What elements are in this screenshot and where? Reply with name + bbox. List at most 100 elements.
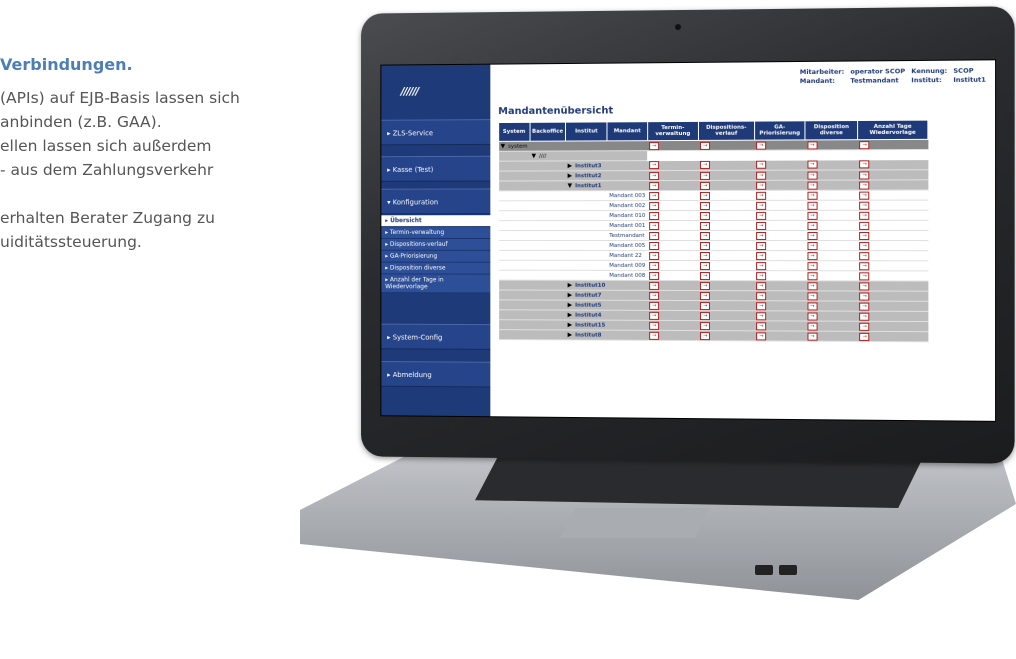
expand-right-icon[interactable]: ▶ (568, 322, 573, 329)
open-arrow-icon[interactable]: → (807, 191, 818, 200)
open-arrow-icon[interactable]: → (700, 191, 711, 200)
open-arrow-icon[interactable]: → (649, 261, 660, 270)
open-arrow-icon[interactable]: → (807, 201, 818, 210)
subnav-item-anzahl-tage[interactable]: ▸ Anzahl der Tage in Wiedervorlage (381, 274, 491, 294)
sidebar-item-abmeldung[interactable]: ▸ Abmeldung (381, 361, 491, 388)
open-arrow-icon[interactable]: → (649, 321, 660, 330)
expand-right-icon[interactable]: ▶ (568, 282, 573, 289)
subnav-item-terminverwaltung[interactable]: ▸ Termin-verwaltung (381, 227, 491, 239)
open-arrow-icon[interactable]: → (649, 221, 660, 230)
open-arrow-icon[interactable]: → (756, 291, 767, 300)
sidebar-item-konfiguration[interactable]: ▾ Konfiguration (381, 188, 491, 215)
open-arrow-icon[interactable]: → (859, 191, 870, 200)
open-arrow-icon[interactable]: → (756, 221, 767, 230)
open-arrow-icon[interactable]: → (700, 231, 711, 240)
sidebar-item-zls-service[interactable]: ▸ ZLS-Service (381, 119, 491, 146)
expand-right-icon[interactable]: ▶ (568, 162, 573, 169)
open-arrow-icon[interactable]: → (649, 161, 660, 170)
open-arrow-icon[interactable]: → (807, 311, 818, 321)
open-arrow-icon[interactable]: → (756, 231, 767, 240)
subnav-item-dispositionsverlauf[interactable]: ▸ Dispositions-verlauf (381, 238, 491, 251)
open-arrow-icon[interactable]: → (807, 322, 818, 331)
open-arrow-icon[interactable]: → (807, 241, 818, 250)
open-arrow-icon[interactable]: → (756, 201, 767, 210)
open-arrow-icon[interactable]: → (700, 321, 711, 330)
open-arrow-icon[interactable]: → (700, 141, 711, 150)
open-arrow-icon[interactable]: → (756, 311, 767, 320)
open-arrow-icon[interactable]: → (756, 171, 767, 180)
open-arrow-icon[interactable]: → (859, 251, 870, 260)
open-arrow-icon[interactable]: → (756, 160, 767, 170)
open-arrow-icon[interactable]: → (700, 281, 711, 290)
open-arrow-icon[interactable]: → (859, 291, 870, 301)
expand-down-icon[interactable]: ▼ (568, 182, 573, 189)
open-arrow-icon[interactable]: → (700, 201, 711, 210)
open-arrow-icon[interactable]: → (807, 251, 818, 260)
open-arrow-icon[interactable]: → (859, 332, 870, 341)
open-arrow-icon[interactable]: → (859, 241, 870, 250)
open-arrow-icon[interactable]: → (859, 160, 870, 169)
open-arrow-icon[interactable]: → (859, 221, 870, 230)
open-arrow-icon[interactable]: → (807, 332, 818, 341)
subnav-item-disposition-diverse[interactable]: ▸ Disposition diverse (381, 262, 491, 275)
open-arrow-icon[interactable]: → (859, 201, 870, 210)
open-arrow-icon[interactable]: → (649, 271, 660, 280)
open-arrow-icon[interactable]: → (649, 231, 660, 240)
open-arrow-icon[interactable]: → (859, 322, 870, 331)
open-arrow-icon[interactable]: → (807, 171, 818, 180)
open-arrow-icon[interactable]: → (756, 181, 767, 190)
open-arrow-icon[interactable]: → (700, 291, 711, 300)
open-arrow-icon[interactable]: → (700, 301, 711, 310)
open-arrow-icon[interactable]: → (859, 261, 870, 270)
open-arrow-icon[interactable]: → (756, 271, 767, 280)
open-arrow-icon[interactable]: → (859, 281, 870, 291)
table-row[interactable]: Mandant 005 → → → → → (498, 240, 928, 251)
open-arrow-icon[interactable]: → (649, 281, 660, 290)
table-row[interactable]: Mandant 010 → → → → → (498, 210, 928, 221)
expand-right-icon[interactable]: ▶ (568, 302, 573, 309)
open-arrow-icon[interactable]: → (649, 311, 660, 320)
open-arrow-icon[interactable]: → (859, 211, 870, 220)
open-arrow-icon[interactable]: → (700, 181, 711, 190)
open-arrow-icon[interactable]: → (700, 161, 711, 170)
expand-down-icon[interactable]: ▼ (532, 153, 537, 160)
open-arrow-icon[interactable]: → (649, 191, 660, 200)
open-arrow-icon[interactable]: → (649, 211, 660, 220)
open-arrow-icon[interactable]: → (807, 291, 818, 300)
open-arrow-icon[interactable]: → (859, 271, 870, 280)
open-arrow-icon[interactable]: → (807, 281, 818, 290)
open-arrow-icon[interactable]: → (756, 301, 767, 310)
open-arrow-icon[interactable]: → (649, 141, 660, 150)
open-arrow-icon[interactable]: → (756, 191, 767, 200)
open-arrow-icon[interactable]: → (649, 251, 660, 260)
open-arrow-icon[interactable]: → (807, 221, 818, 230)
expand-right-icon[interactable]: ▶ (568, 172, 573, 179)
expand-right-icon[interactable]: ▶ (568, 292, 573, 299)
open-arrow-icon[interactable]: → (649, 171, 660, 180)
open-arrow-icon[interactable]: → (756, 141, 767, 150)
open-arrow-icon[interactable]: → (700, 221, 711, 230)
open-arrow-icon[interactable]: → (649, 201, 660, 210)
open-arrow-icon[interactable]: → (649, 301, 660, 310)
open-arrow-icon[interactable]: → (700, 211, 711, 220)
open-arrow-icon[interactable]: → (700, 261, 711, 270)
open-arrow-icon[interactable]: → (807, 261, 818, 270)
subnav-item-ga-priorisierung[interactable]: ▸ GA-Priorisierung (381, 250, 491, 263)
expand-right-icon[interactable]: ▶ (568, 331, 573, 338)
open-arrow-icon[interactable]: → (756, 211, 767, 220)
open-arrow-icon[interactable]: → (859, 231, 870, 240)
open-arrow-icon[interactable]: → (807, 301, 818, 311)
open-arrow-icon[interactable]: → (859, 180, 870, 190)
table-row[interactable]: Testmandant → → → → → (498, 230, 928, 241)
table-row[interactable]: ▶ Institut8 → → → → → (498, 329, 928, 342)
open-arrow-icon[interactable]: → (700, 311, 711, 320)
open-arrow-icon[interactable]: → (700, 251, 711, 260)
open-arrow-icon[interactable]: → (649, 241, 660, 250)
open-arrow-icon[interactable]: → (756, 241, 767, 250)
open-arrow-icon[interactable]: → (859, 170, 870, 180)
expand-right-icon[interactable]: ▶ (568, 312, 573, 319)
open-arrow-icon[interactable]: → (807, 211, 818, 220)
open-arrow-icon[interactable]: → (859, 140, 870, 149)
open-arrow-icon[interactable]: → (756, 321, 767, 330)
table-row[interactable]: Mandant 002 → → → → → (498, 200, 928, 211)
